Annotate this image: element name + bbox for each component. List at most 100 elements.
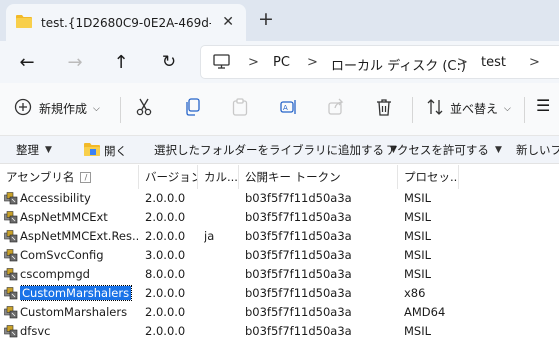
column-version[interactable]: バージョン (139, 165, 197, 189)
assembly-public-key-token: b03f5f7f11d50a3a (245, 229, 352, 243)
table-row[interactable]: CustomMarshalers 2.0.0.0 b03f5f7f11d50a3a x… (0, 284, 559, 303)
breadcrumb-separator: > (529, 55, 540, 70)
assembly-version: 2.0.0.0 (145, 191, 186, 205)
column-header: アセンブリ名 / バージョン カル... 公開キー トークン プロセッ... (0, 165, 559, 189)
column-processor[interactable]: プロセッ... (398, 165, 458, 189)
assembly-name: CustomMarshalers (20, 305, 128, 319)
table-row[interactable]: AspNetMMCExt.Res... 2.0.0.0 ja b03f5f7f11d5… (0, 227, 559, 246)
column-divider[interactable] (458, 165, 459, 189)
new-tab-button[interactable]: + (258, 9, 274, 29)
assembly-name: CustomMarshalers (20, 285, 133, 301)
assembly-version: 3.0.0.0 (145, 248, 186, 262)
assembly-name: ComSvcConfig (20, 248, 104, 262)
assembly-name: cscompmgd (20, 267, 90, 281)
assembly-icon (4, 211, 18, 224)
column-name-label: アセンブリ名 (6, 170, 75, 184)
assembly-public-key-token: b03f5f7f11d50a3a (245, 267, 352, 281)
folder-icon (84, 142, 100, 159)
assembly-processor: x86 (404, 286, 426, 300)
new-button[interactable]: 新規作成 ⌵ (14, 98, 100, 119)
rename-icon[interactable]: A (280, 98, 298, 116)
breadcrumb-test[interactable]: test (481, 55, 506, 70)
tab-title: test.{1D2680C9-0E2A-469d-B787 (41, 15, 211, 30)
assembly-version: 2.0.0.0 (145, 210, 186, 224)
assembly-processor: MSIL (404, 267, 432, 281)
breadcrumb-separator: > (248, 55, 259, 70)
access-label: アクセスを許可する (386, 143, 489, 157)
add-library-label: 選択したフォルダーをライブラリに追加する (154, 143, 384, 157)
assembly-culture (204, 265, 238, 284)
up-arrow-icon[interactable]: ↑ (110, 51, 132, 73)
open-label: 開く (104, 143, 127, 158)
assembly-icon (4, 192, 18, 205)
address-bar[interactable]: > PC > ローカル ディスク (C:) > test > (200, 45, 559, 79)
table-row[interactable]: CustomMarshalers 2.0.0.0 b03f5f7f11d50a3a A… (0, 303, 559, 322)
breadcrumb-separator: > (307, 55, 318, 70)
assembly-version: 2.0.0.0 (145, 286, 186, 300)
breadcrumb-local-disk[interactable]: ローカル ディスク (C:) (331, 55, 466, 74)
column-name[interactable]: アセンブリ名 / (0, 165, 138, 189)
command-bar: 新規作成 ⌵ A 並べ替え ⌵ ☰ (0, 83, 559, 136)
share-icon[interactable] (328, 98, 346, 116)
caret-down-icon: ▼ (45, 145, 52, 155)
column-public-key-token[interactable]: 公開キー トークン (239, 165, 397, 189)
chevron-down-icon: ⌵ (93, 103, 100, 114)
assembly-name: Accessibility (20, 191, 91, 205)
assembly-culture (204, 303, 238, 322)
tab-active[interactable]: test.{1D2680C9-0E2A-469d-B787 ✕ (6, 4, 246, 41)
paste-icon[interactable] (232, 98, 248, 116)
view-menu-icon[interactable]: ☰ (536, 96, 550, 115)
forward-arrow-icon[interactable]: → (64, 51, 86, 73)
assembly-icon (4, 268, 18, 281)
context-toolbar: 整理 ▼ 開く 選択したフォルダーをライブラリに追加する ▼ アクセスを許可する… (0, 136, 559, 164)
breadcrumb-pc[interactable]: PC (273, 55, 290, 70)
navigation-bar: ← → ↑ ↻ > PC > ローカル ディスク (C:) > test > (0, 41, 559, 83)
copy-icon[interactable] (184, 98, 200, 116)
assembly-processor: MSIL (404, 210, 432, 224)
caret-down-icon: ▼ (494, 145, 502, 155)
monitor-icon (213, 54, 230, 72)
title-bar: test.{1D2680C9-0E2A-469d-B787 ✕ + (0, 0, 559, 41)
assembly-culture (204, 189, 238, 208)
organize-label: 整理 (16, 143, 39, 157)
assembly-version: 8.0.0.0 (145, 267, 186, 281)
folder-icon (16, 14, 32, 31)
delete-icon[interactable] (376, 98, 392, 116)
sort-arrows-icon (427, 98, 443, 119)
cut-icon[interactable] (136, 98, 152, 116)
assembly-icon (4, 230, 18, 243)
organize-button[interactable]: 整理 ▼ (16, 142, 52, 158)
assembly-processor: AMD64 (404, 305, 446, 319)
assembly-icon (4, 287, 18, 300)
divider (120, 97, 121, 123)
back-arrow-icon[interactable]: ← (16, 51, 38, 73)
assembly-name: AspNetMMCExt (20, 210, 108, 224)
assembly-public-key-token: b03f5f7f11d50a3a (245, 191, 352, 205)
assembly-culture (204, 208, 238, 227)
close-icon[interactable]: ✕ (222, 14, 234, 30)
assembly-culture (204, 246, 238, 265)
assembly-culture: ja (204, 229, 215, 243)
table-row[interactable]: Accessibility 2.0.0.0 b03f5f7f11d50a3a MSIL (0, 189, 559, 208)
add-to-library-button[interactable]: 選択したフォルダーをライブラリに追加する ▼ (154, 142, 397, 158)
new-folder-button[interactable]: 新しいフォ (516, 142, 559, 158)
divider (412, 97, 413, 123)
assembly-name: AspNetMMCExt.Res... (20, 229, 138, 243)
sort-button[interactable]: 並べ替え ⌵ (427, 98, 511, 119)
assembly-name: dfsvc (20, 324, 51, 338)
assembly-processor: MSIL (404, 248, 432, 262)
table-row[interactable]: AspNetMMCExt 2.0.0.0 b03f5f7f11d50a3a MSIL (0, 208, 559, 227)
refresh-icon[interactable]: ↻ (158, 51, 180, 73)
assembly-version: 2.0.0.0 (145, 324, 186, 338)
table-row[interactable]: ComSvcConfig 3.0.0.0 b03f5f7f11d50a3a MSIL (0, 246, 559, 265)
assembly-culture (204, 284, 238, 303)
chevron-down-icon: ⌵ (504, 103, 511, 114)
open-button[interactable]: 開く (84, 142, 127, 159)
column-culture[interactable]: カル... (198, 165, 238, 189)
plus-circle-icon (14, 98, 32, 119)
table-row[interactable]: dfsvc 2.0.0.0 b03f5f7f11d50a3a MSIL (0, 322, 559, 341)
table-row[interactable]: cscompmgd 8.0.0.0 b03f5f7f11d50a3a MSIL (0, 265, 559, 284)
new-folder-label: 新しいフォ (516, 143, 559, 157)
assembly-public-key-token: b03f5f7f11d50a3a (245, 305, 352, 319)
share-access-button[interactable]: アクセスを許可する ▼ (386, 142, 502, 158)
